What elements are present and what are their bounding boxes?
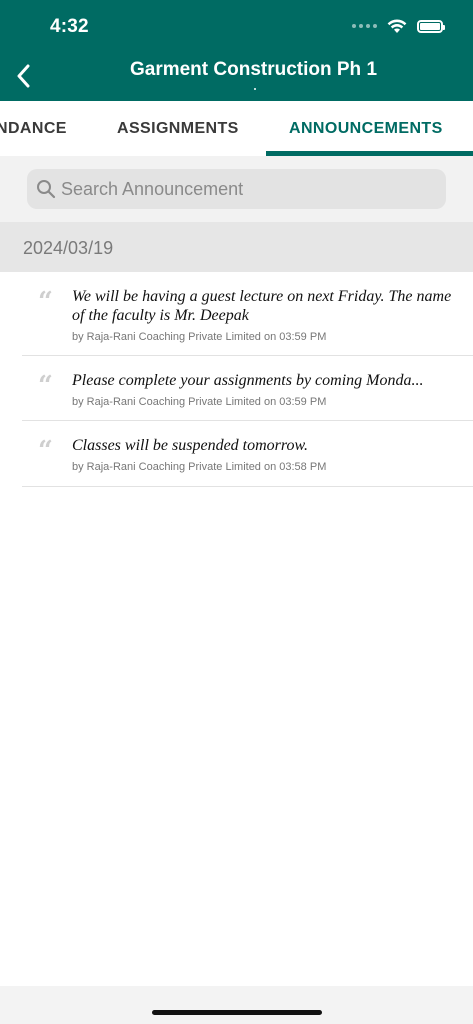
quote-icon: “	[38, 436, 53, 466]
announcement-meta: by Raja-Rani Coaching Private Limited on…	[72, 331, 327, 343]
announcement-text: We will be having a guest lecture on nex…	[72, 288, 452, 324]
announcement-list: “ We will be having a guest lecture on n…	[0, 272, 473, 487]
signal-icon	[352, 24, 377, 28]
page-title: Garment Construction Ph 1	[129, 59, 378, 80]
status-time: 4:32	[50, 16, 89, 37]
quote-icon: “	[38, 287, 53, 317]
wifi-icon	[387, 19, 407, 33]
home-indicator[interactable]	[152, 1010, 322, 1015]
tab-assignments[interactable]: ASSIGNMENTS	[117, 101, 239, 156]
app-header: 4:32 Garment Construction Ph 1	[0, 0, 473, 101]
title-dot	[254, 88, 256, 90]
section-date: 2024/03/19	[23, 238, 114, 258]
search-icon	[35, 178, 57, 200]
announcement-item[interactable]: “ We will be having a guest lecture on n…	[22, 272, 473, 356]
announcement-text: Please complete your assignments by comi…	[72, 372, 424, 389]
search-input[interactable]	[61, 178, 421, 200]
battery-icon	[417, 19, 445, 33]
search-area	[0, 156, 473, 222]
tab-announcements[interactable]: ANNOUNCEMENTS	[289, 101, 443, 156]
announcement-text: Classes will be suspended tomorrow.	[72, 437, 309, 454]
tab-bar: NDANCE ASSIGNMENTS ANNOUNCEMENTS	[0, 101, 473, 156]
announcement-item[interactable]: “ Please complete your assignments by co…	[22, 356, 473, 421]
bottom-bar	[0, 986, 473, 1024]
announcement-meta: by Raja-Rani Coaching Private Limited on…	[72, 396, 327, 408]
search-box[interactable]	[27, 169, 446, 209]
announcement-item[interactable]: “ Classes will be suspended tomorrow. by…	[22, 421, 473, 487]
announcement-meta: by Raja-Rani Coaching Private Limited on…	[72, 461, 327, 473]
quote-icon: “	[38, 371, 53, 401]
tab-attendance[interactable]: NDANCE	[0, 101, 67, 156]
date-section-header: 2024/03/19	[0, 222, 473, 272]
status-indicators	[352, 18, 445, 34]
